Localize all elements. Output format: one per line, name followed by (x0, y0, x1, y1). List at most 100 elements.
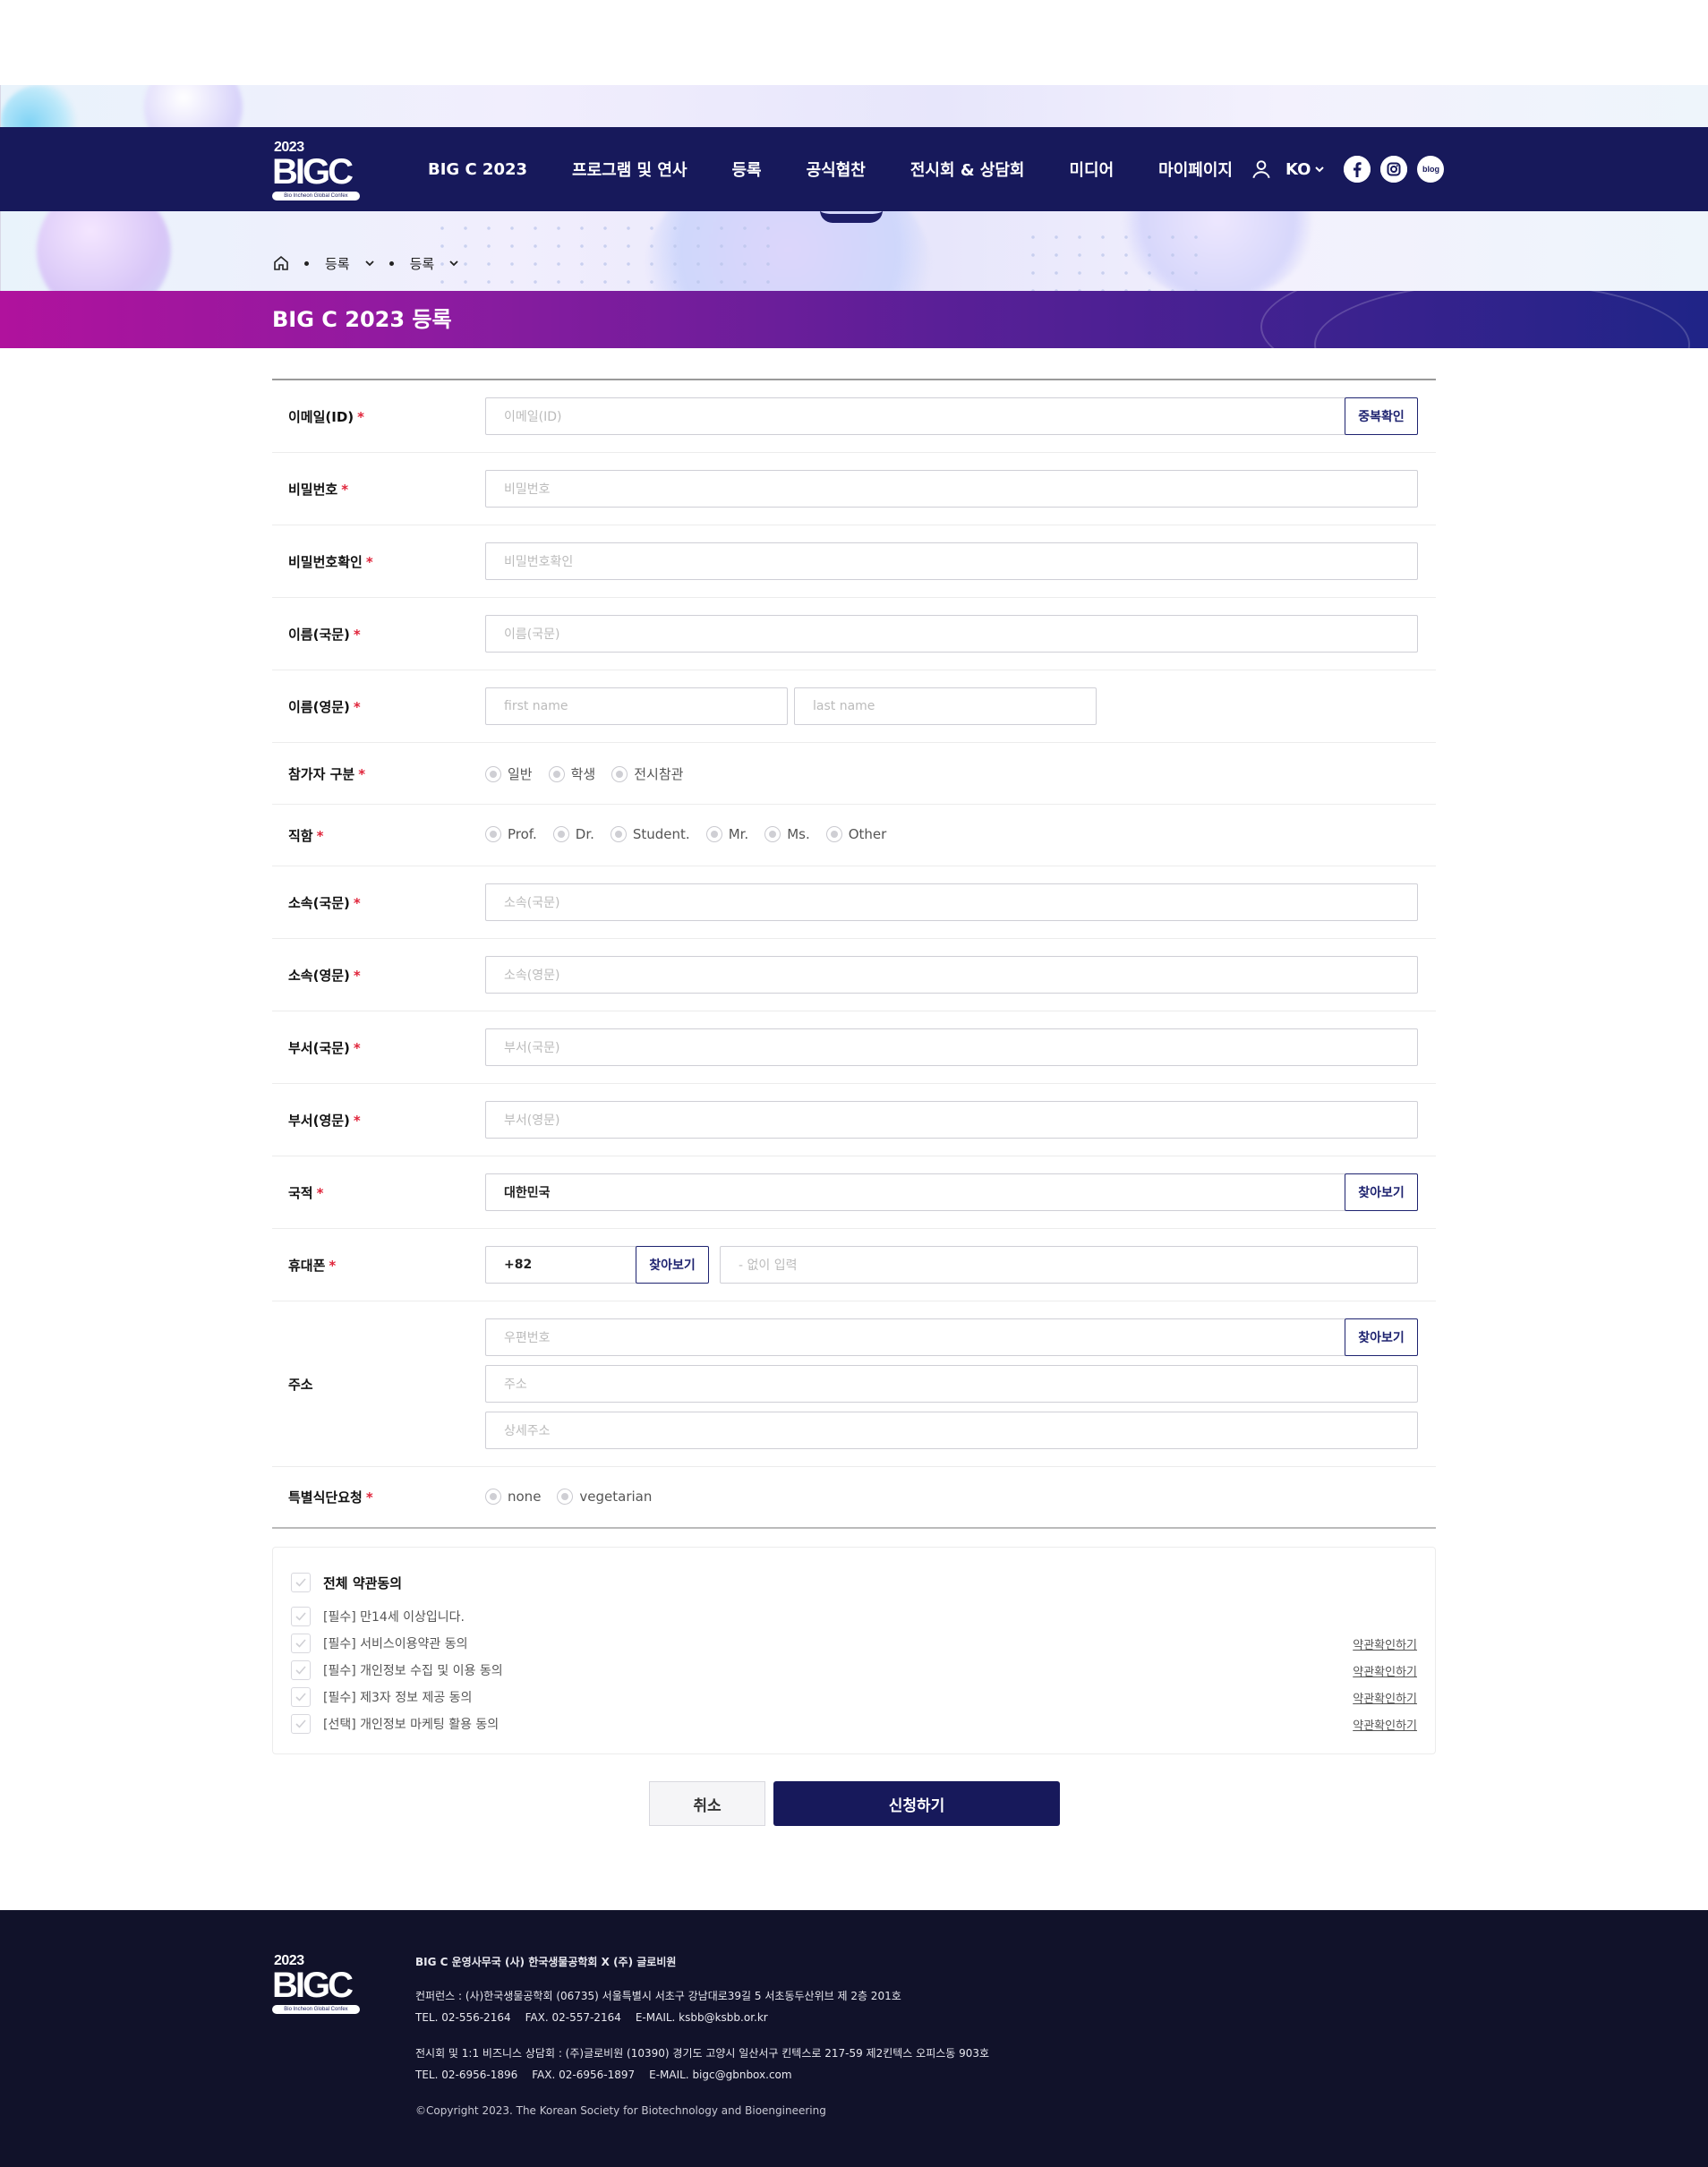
radio-ms[interactable]: Ms. (764, 826, 810, 842)
title-label: 직함 * (288, 827, 324, 844)
footer-expo-tel: TEL. 02-6956-1896 (415, 2069, 518, 2081)
footer-conference-info: 컨퍼런스 : (사)한국생물공학회 (06735) 서울특별시 서초구 강남대로… (415, 1985, 989, 2028)
nav-item-sponsorship[interactable]: 공식협찬 (807, 158, 866, 181)
language-select[interactable]: KO (1285, 160, 1325, 179)
address-field-group: 우편번호 찾아보기 주소 상세주소 (485, 1318, 1418, 1453)
row-dept-kr: 부서(국문) * 부서(국문) (272, 1011, 1436, 1084)
phone-code-search-button[interactable]: 찾아보기 (636, 1246, 709, 1284)
user-icon[interactable] (1250, 158, 1273, 181)
phone-country-code-input[interactable]: +82 (485, 1246, 637, 1284)
nationality-label: 국적 * (288, 1184, 324, 1201)
last-name-input[interactable]: last name (794, 687, 1097, 725)
nationality-input[interactable]: 대한민국 (485, 1173, 1346, 1211)
agree-item-service-terms[interactable]: [필수] 서비스이용약관 동의 (291, 1634, 468, 1653)
facebook-icon[interactable] (1344, 156, 1371, 183)
breadcrumb-label: 등록 (409, 255, 435, 272)
first-name-input[interactable]: first name (485, 687, 788, 725)
breadcrumb-item[interactable]: 등록 (410, 254, 460, 273)
hero-network-pattern (1021, 228, 1200, 291)
dept-en-input[interactable]: 부서(영문) (485, 1101, 1418, 1139)
submit-button[interactable]: 신청하기 (773, 1781, 1060, 1826)
row-affiliation-en: 소속(영문) * 소속(영문) (272, 939, 1436, 1011)
footer-logo: 2023 BIGC Bio Incheon Global Confex (272, 1953, 362, 2014)
instagram-icon[interactable] (1380, 156, 1408, 183)
radio-student[interactable]: 학생 (548, 764, 595, 783)
view-terms-link[interactable]: 약관확인하기 (1353, 1662, 1417, 1679)
radio-mr[interactable]: Mr. (705, 826, 748, 842)
site-footer: 2023 BIGC Bio Incheon Global Confex BIG … (0, 1910, 1708, 2167)
radio-other[interactable]: Other (825, 826, 886, 842)
dept-en-label: 부서(영문) * (288, 1112, 361, 1129)
page-title-band: BIG C 2023 등록 (0, 291, 1708, 348)
radio-prof[interactable]: Prof. (485, 826, 537, 842)
breadcrumb-item[interactable]: 등록 (325, 254, 375, 273)
nav-item-mypage[interactable]: 마이페이지 (1158, 158, 1233, 181)
dept-kr-label: 부서(국문) * (288, 1039, 361, 1056)
participant-type-label: 참가자 구분 * (288, 765, 366, 782)
site-logo[interactable]: 2023 BIGC Bio Incheon Global Confex (272, 140, 362, 200)
checkbox[interactable] (291, 1660, 311, 1680)
nav-item-program[interactable]: 프로그램 및 연사 (572, 158, 687, 181)
affiliation-en-input[interactable]: 소속(영문) (485, 956, 1418, 994)
checkbox[interactable] (291, 1607, 311, 1626)
check-icon (295, 1719, 306, 1728)
zip-code-input[interactable]: 우편번호 (485, 1318, 1346, 1356)
radio-student-title[interactable]: Student. (610, 826, 690, 842)
row-nationality: 국적 * 대한민국 찾아보기 (272, 1156, 1436, 1229)
checkbox[interactable] (291, 1714, 311, 1734)
footer-expo-fax: FAX. 02-6956-1897 (532, 2069, 636, 2081)
name-kr-label: 이름(국문) * (288, 626, 361, 643)
radio-diet-vegetarian[interactable]: vegetarian (557, 1489, 652, 1505)
blog-icon[interactable]: blog (1417, 156, 1445, 183)
home-icon[interactable] (272, 254, 290, 272)
breadcrumb-separator (389, 260, 394, 266)
radio-dr[interactable]: Dr. (552, 826, 594, 842)
agree-item-privacy-collection[interactable]: [필수] 개인정보 수집 및 이용 동의 (291, 1660, 503, 1680)
address-input[interactable]: 주소 (485, 1365, 1418, 1403)
page-title: BIG C 2023 등록 (272, 307, 452, 332)
address-search-button[interactable]: 찾아보기 (1345, 1318, 1418, 1356)
agree-item-age[interactable]: [필수] 만14세 이상입니다. (291, 1607, 465, 1626)
cancel-button[interactable]: 취소 (649, 1781, 765, 1826)
password-confirm-input[interactable]: 비밀번호확인 (485, 542, 1418, 580)
logo-wordmark: BIGC (272, 1966, 354, 2005)
site-header: 2023 BIGC Bio Incheon Global Confex BIG … (0, 127, 1708, 211)
footer-copyright: ©Copyright 2023. The Korean Society for … (415, 2104, 826, 2117)
nav-item-registration[interactable]: 등록 (732, 158, 762, 181)
logo-tagline: Bio Incheon Global Confex (272, 2005, 360, 2014)
nationality-search-button[interactable]: 찾아보기 (1345, 1173, 1418, 1211)
dept-kr-input[interactable]: 부서(국문) (485, 1028, 1418, 1066)
radio-general[interactable]: 일반 (485, 764, 533, 783)
checkbox[interactable] (291, 1573, 311, 1592)
address-detail-input[interactable]: 상세주소 (485, 1412, 1418, 1449)
password-input[interactable]: 비밀번호 (485, 470, 1418, 508)
view-terms-link[interactable]: 약관확인하기 (1353, 1689, 1417, 1706)
affiliation-kr-label: 소속(국문) * (288, 894, 361, 911)
radio-exhibition-visitor[interactable]: 전시참관 (611, 764, 683, 783)
nav-item-exhibition[interactable]: 전시회 & 상담회 (910, 158, 1025, 181)
header-utilities: KO blog (1250, 127, 1445, 211)
checkbox[interactable] (291, 1634, 311, 1653)
name-kr-input[interactable]: 이름(국문) (485, 615, 1418, 653)
blog-label: blog (1422, 165, 1439, 174)
email-input[interactable]: 이메일(ID) (485, 397, 1346, 435)
agree-item-third-party[interactable]: [필수] 제3자 정보 제공 동의 (291, 1687, 472, 1707)
nav-item-media[interactable]: 미디어 (1069, 158, 1114, 181)
phone-number-input[interactable]: - 없이 입력 (720, 1246, 1418, 1284)
view-terms-link[interactable]: 약관확인하기 (1353, 1635, 1417, 1652)
nav-item-big-c-2023[interactable]: BIG C 2023 (428, 160, 527, 179)
affiliation-kr-input[interactable]: 소속(국문) (485, 883, 1418, 921)
check-duplicate-button[interactable]: 중복확인 (1345, 397, 1418, 435)
checkbox[interactable] (291, 1687, 311, 1707)
radio-diet-none[interactable]: none (485, 1489, 541, 1505)
row-diet: 특별식단요청 * none vegetarian (272, 1467, 1436, 1529)
email-field-group: 이메일(ID) 중복확인 (485, 397, 1418, 435)
hero-network-pattern (431, 219, 771, 291)
row-participant-type: 참가자 구분 * 일반 학생 전시참관 (272, 743, 1436, 805)
terms-agreement-box: 전체 약관동의 [필수] 만14세 이상입니다. [필수] 서비스이용약관 동의… (272, 1547, 1436, 1754)
view-terms-link[interactable]: 약관확인하기 (1353, 1716, 1417, 1733)
footer-conf-address: 컨퍼런스 : (사)한국생물공학회 (06735) 서울특별시 서초구 강남대로… (415, 1990, 901, 2002)
agree-all-checkbox[interactable]: 전체 약관동의 (291, 1573, 402, 1592)
agree-item-marketing[interactable]: [선택] 개인정보 마케팅 활용 동의 (291, 1714, 499, 1734)
email-label: 이메일(ID) * (288, 408, 365, 425)
